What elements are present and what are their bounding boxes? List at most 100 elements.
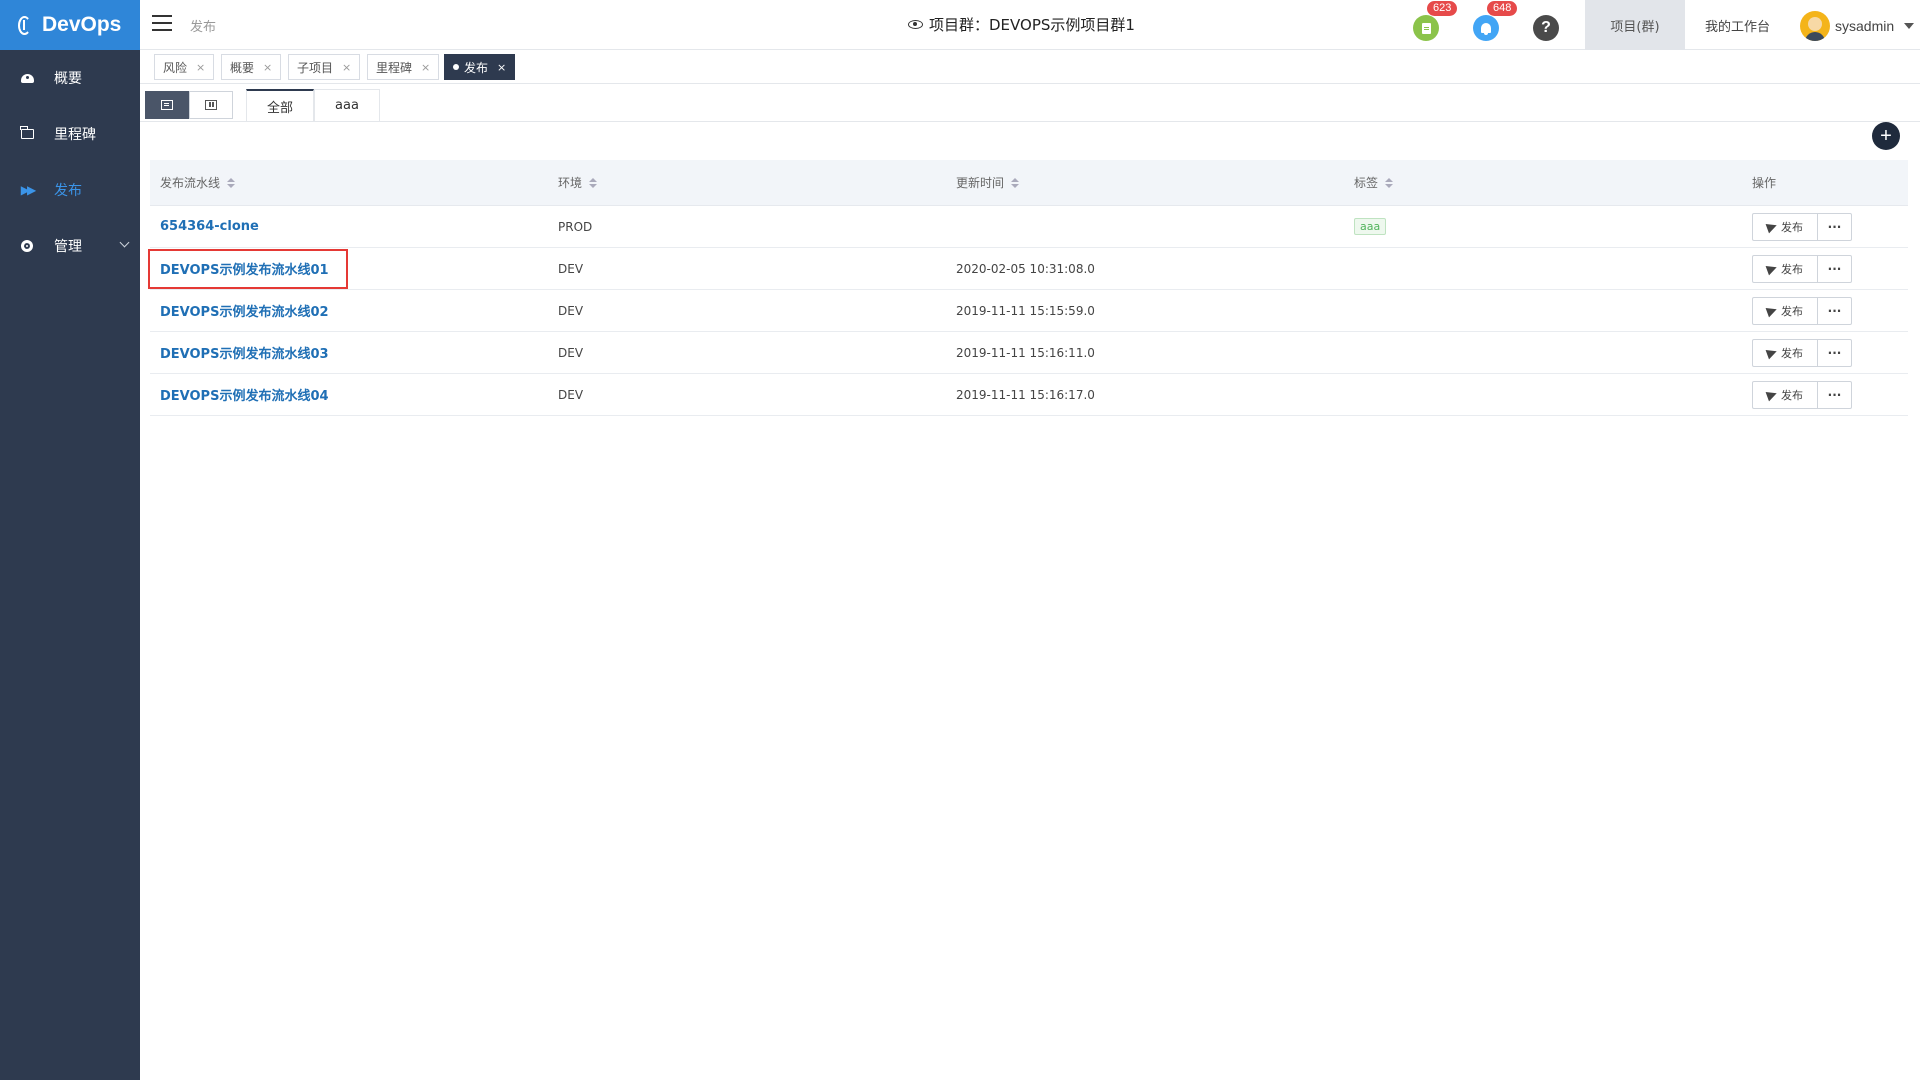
publish-button[interactable]: 发布 (1752, 296, 1818, 325)
doc-count-badge: 623 (1427, 1, 1458, 16)
pipeline-link[interactable]: DEVOPS示例发布流水线02 (160, 305, 329, 320)
updated-cell: 2019-11-11 15:16:11.0 (956, 345, 1095, 360)
sidebar-item-label: 发布 (54, 183, 82, 199)
env-cell: DEV (558, 303, 584, 318)
column-label: 更新时间 (956, 176, 1005, 190)
tab-label: 子项目 (297, 60, 334, 75)
sidebar-item-label: 里程碑 (54, 127, 96, 143)
publish-label: 发布 (1781, 304, 1803, 318)
sort-icon[interactable] (589, 177, 598, 188)
publish-button[interactable]: 发布 (1752, 212, 1818, 241)
notification-button[interactable]: 648 (1473, 1, 1518, 41)
more-actions-button[interactable]: ··· (1818, 212, 1852, 241)
filter-tab-all[interactable]: 全部 (246, 89, 315, 122)
env-cell: DEV (558, 261, 584, 276)
env-cell: DEV (558, 345, 584, 360)
breadcrumb: 发布 (190, 20, 217, 35)
add-release-button[interactable]: + (1872, 122, 1900, 150)
send-icon (1765, 388, 1779, 401)
dashboard-icon (20, 71, 34, 85)
tab-subprojects[interactable]: 子项目 × (288, 54, 361, 80)
env-cell: DEV (558, 387, 584, 402)
fast-forward-icon: ▶▶ (20, 183, 37, 197)
pipeline-link[interactable]: DEVOPS示例发布流水线04 (160, 389, 329, 404)
env-cell: PROD (558, 219, 593, 234)
filter-tab-aaa[interactable]: aaa (314, 89, 380, 122)
active-dot-icon (453, 64, 459, 70)
table-row: 654364-clone PROD aaa 发布 ··· (150, 206, 1908, 248)
tab-release[interactable]: 发布 × (444, 54, 516, 80)
sidebar-item-label: 管理 (54, 239, 82, 255)
column-label: 环境 (558, 176, 583, 190)
tab-label: 里程碑 (376, 60, 413, 75)
sidebar-item-milestone[interactable]: 里程碑 (0, 106, 140, 162)
publish-label: 发布 (1781, 220, 1803, 234)
more-actions-button[interactable]: ··· (1818, 296, 1852, 325)
updated-cell: 2019-11-11 15:15:59.0 (956, 303, 1095, 318)
send-icon (1765, 346, 1779, 359)
column-header-updated[interactable]: 更新时间 (946, 174, 1344, 191)
page-title: 项目群：DEVOPS示例项目群1 (908, 14, 1135, 35)
user-menu[interactable]: sysadmin (1800, 11, 1915, 41)
tab-label: 概要 (230, 60, 255, 75)
column-header-env[interactable]: 环境 (548, 174, 946, 191)
divider (140, 121, 1920, 122)
publish-button[interactable]: 发布 (1752, 380, 1818, 409)
pipeline-link[interactable]: 654364-clone (160, 219, 259, 234)
release-pipeline-table: 发布流水线 环境 更新时间 标签 操作 654364-clone PROD aa… (148, 160, 1908, 416)
document-icon (1421, 22, 1431, 34)
sort-icon[interactable] (1385, 177, 1394, 188)
project-group-button[interactable]: 项目(群) (1585, 0, 1685, 50)
column-header-pipeline[interactable]: 发布流水线 (150, 174, 548, 191)
help-icon[interactable]: ? (1533, 15, 1559, 41)
todo-doc-button[interactable]: 623 (1413, 1, 1458, 41)
more-actions-button[interactable]: ··· (1818, 380, 1852, 409)
send-icon (1765, 304, 1779, 317)
user-name: sysadmin (1835, 18, 1895, 34)
sidebar-item-manage[interactable]: 管理 (0, 218, 140, 274)
list-icon (161, 100, 173, 110)
table-row: DEVOPS示例发布流水线01 DEV 2020-02-05 10:31:08.… (148, 248, 1908, 290)
app-logo[interactable]: DevOps (0, 0, 140, 50)
close-icon[interactable]: × (196, 61, 205, 74)
column-header-tag[interactable]: 标签 (1344, 174, 1742, 191)
list-view-button[interactable] (145, 91, 189, 119)
more-actions-button[interactable]: ··· (1818, 338, 1852, 367)
tab-milestone[interactable]: 里程碑 × (367, 54, 440, 80)
tab-overview[interactable]: 概要 × (221, 54, 282, 80)
sidebar: DevOps 概要 里程碑 ▶▶ 发布 管理 (0, 0, 140, 1080)
sidebar-item-label: 概要 (54, 71, 82, 87)
sidebar-item-overview[interactable]: 概要 (0, 50, 140, 106)
page-title-text: 项目群：DEVOPS示例项目群1 (929, 16, 1135, 34)
send-icon (1765, 220, 1779, 233)
devops-logo-icon (16, 15, 32, 35)
table-row: DEVOPS示例发布流水线03 DEV 2019-11-11 15:16:11.… (150, 332, 1908, 374)
page-tabs-bar: 风险 × 概要 × 子项目 × 里程碑 × 发布 × (140, 50, 1920, 84)
menu-toggle-icon[interactable] (152, 15, 172, 31)
close-icon[interactable]: × (342, 61, 351, 74)
pipeline-link[interactable]: DEVOPS示例发布流水线03 (160, 347, 329, 362)
board-icon (205, 100, 217, 110)
board-view-button[interactable] (189, 91, 233, 119)
publish-button[interactable]: 发布 (1752, 338, 1818, 367)
column-label: 操作 (1752, 176, 1777, 190)
sort-icon[interactable] (227, 177, 236, 188)
eye-icon (908, 20, 923, 29)
close-icon[interactable]: × (421, 61, 430, 74)
bell-icon (1481, 23, 1491, 35)
gear-icon (20, 239, 34, 253)
folder-icon (20, 126, 34, 141)
publish-label: 发布 (1781, 388, 1803, 402)
sidebar-item-release[interactable]: ▶▶ 发布 (0, 162, 140, 218)
more-actions-button[interactable]: ··· (1818, 254, 1852, 283)
close-icon[interactable]: × (263, 61, 272, 74)
close-icon[interactable]: × (497, 61, 506, 74)
sort-icon[interactable] (1011, 177, 1020, 188)
app-name: DevOps (42, 13, 122, 36)
publish-button[interactable]: 发布 (1752, 254, 1818, 283)
highlight-box (148, 249, 348, 289)
caret-down-icon (1904, 23, 1915, 29)
tab-risk[interactable]: 风险 × (154, 54, 215, 80)
my-workbench-link[interactable]: 我的工作台 (1705, 16, 1770, 35)
chevron-down-icon (119, 237, 130, 248)
